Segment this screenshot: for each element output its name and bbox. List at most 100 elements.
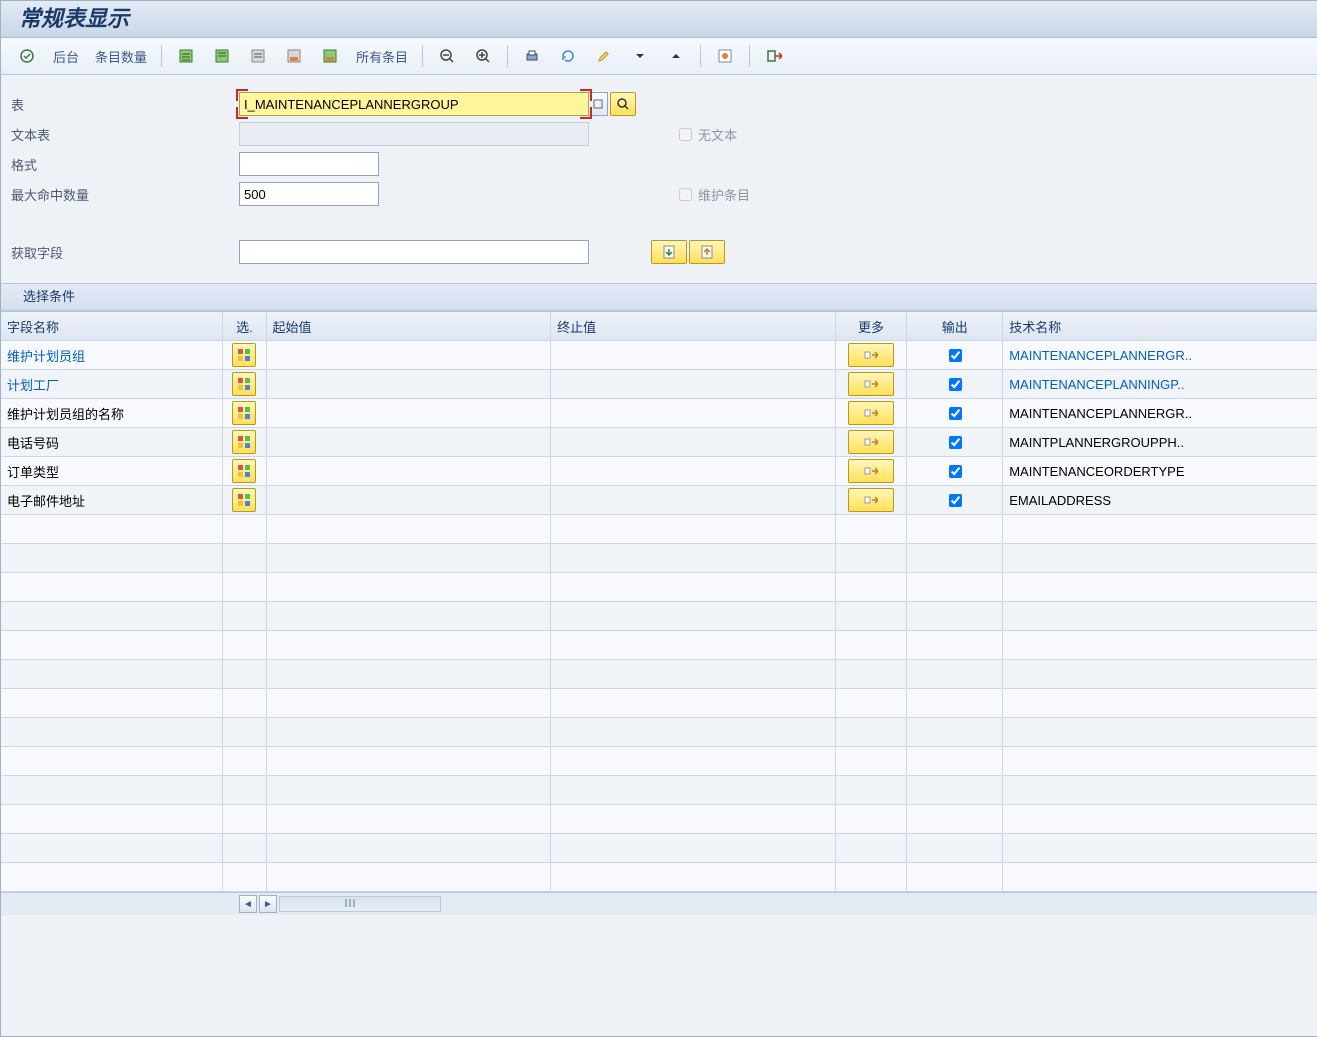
select-cell — [223, 805, 266, 833]
select-options-icon[interactable] — [232, 401, 256, 425]
col-output[interactable]: 输出 — [907, 312, 1003, 340]
start-value-cell — [267, 805, 552, 833]
select-cell — [223, 776, 266, 804]
start-value-cell — [267, 370, 552, 398]
tech-name-cell[interactable]: MAINTENANCEPLANNERGR.. — [1003, 399, 1317, 427]
tech-name-cell[interactable]: EMAILADDRESS — [1003, 486, 1317, 514]
tech-name-cell — [1003, 631, 1317, 659]
field-name-cell — [1, 573, 223, 601]
scroll-left-icon[interactable]: ◄ — [239, 895, 257, 913]
tech-name-cell[interactable]: MAINTENANCEORDERTYPE — [1003, 457, 1317, 485]
start-value-input[interactable] — [273, 402, 545, 424]
select-cell — [223, 341, 266, 369]
start-value-input[interactable] — [273, 373, 545, 395]
select-options-icon[interactable] — [232, 488, 256, 512]
output-checkbox[interactable] — [949, 349, 962, 362]
list-icon-5[interactable] — [314, 44, 346, 68]
start-value-input[interactable] — [273, 460, 545, 482]
export-button[interactable] — [689, 240, 725, 264]
settings-icon[interactable] — [709, 44, 741, 68]
more-options-icon[interactable] — [848, 401, 894, 425]
end-value-input[interactable] — [557, 373, 829, 395]
field-name-cell[interactable]: 电子邮件地址 — [1, 486, 223, 514]
more-options-icon[interactable] — [848, 343, 894, 367]
start-value-input[interactable] — [273, 344, 545, 366]
col-field-name[interactable]: 字段名称 — [1, 312, 223, 340]
end-value-input[interactable] — [557, 344, 829, 366]
field-name-cell[interactable]: 维护计划员组的名称 — [1, 399, 223, 427]
more-options-icon[interactable] — [848, 488, 894, 512]
entries-count-button[interactable]: 条目数量 — [89, 47, 153, 66]
list-icon-1[interactable] — [170, 44, 202, 68]
more-options-icon[interactable] — [848, 430, 894, 454]
end-value-cell — [551, 805, 836, 833]
no-text-check — [679, 128, 692, 141]
col-tech-name[interactable]: 技术名称 — [1003, 312, 1317, 340]
output-checkbox[interactable] — [949, 494, 962, 507]
zoom-in-icon[interactable] — [467, 44, 499, 68]
more-options-icon[interactable] — [848, 372, 894, 396]
search-button[interactable] — [610, 92, 636, 116]
scroll-right-icon[interactable]: ► — [259, 895, 277, 913]
up-icon[interactable] — [660, 44, 692, 68]
col-end-value[interactable]: 终止值 — [551, 312, 836, 340]
col-select[interactable]: 选. — [223, 312, 266, 340]
scroll-grip[interactable] — [340, 899, 360, 907]
print-icon[interactable] — [516, 44, 548, 68]
table-row: 维护计划员组的名称 MAINTENANCEPLANNERGR.. — [1, 399, 1317, 428]
select-options-icon[interactable] — [232, 372, 256, 396]
tech-name-cell — [1003, 718, 1317, 746]
field-name-cell[interactable]: 维护计划员组 — [1, 341, 223, 369]
tech-name-cell[interactable]: MAINTENANCEPLANNINGP.. — [1003, 370, 1317, 398]
col-more[interactable]: 更多 — [836, 312, 907, 340]
format-input[interactable] — [239, 152, 379, 176]
tech-name-cell[interactable]: MAINTENANCEPLANNERGR.. — [1003, 341, 1317, 369]
max-hits-input[interactable] — [239, 182, 379, 206]
end-value-input[interactable] — [557, 431, 829, 453]
scroll-track[interactable] — [279, 896, 441, 912]
output-checkbox[interactable] — [949, 436, 962, 449]
select-options-icon[interactable] — [232, 343, 256, 367]
field-name-cell[interactable]: 计划工厂 — [1, 370, 223, 398]
background-button[interactable]: 后台 — [47, 47, 85, 66]
field-name-cell — [1, 631, 223, 659]
output-cell — [907, 457, 1003, 485]
zoom-out-icon[interactable] — [431, 44, 463, 68]
execute-icon[interactable] — [11, 44, 43, 68]
end-value-cell — [551, 515, 836, 543]
list-icon-4[interactable] — [278, 44, 310, 68]
table-row — [1, 515, 1317, 544]
exit-icon[interactable] — [758, 44, 790, 68]
table-row — [1, 747, 1317, 776]
end-value-input[interactable] — [557, 489, 829, 511]
more-options-icon[interactable] — [848, 459, 894, 483]
field-name-cell[interactable]: 订单类型 — [1, 457, 223, 485]
highlight-icon[interactable] — [588, 44, 620, 68]
start-value-input[interactable] — [273, 489, 545, 511]
output-checkbox[interactable] — [949, 407, 962, 420]
list-icon-3[interactable] — [242, 44, 274, 68]
output-cell — [907, 370, 1003, 398]
more-cell — [836, 486, 907, 514]
field-name-cell — [1, 747, 223, 775]
field-name-cell[interactable]: 电话号码 — [1, 428, 223, 456]
tech-name-cell[interactable]: MAINTPLANNERGROUPPH.. — [1003, 428, 1317, 456]
dropdown-icon[interactable] — [624, 44, 656, 68]
table-row — [1, 573, 1317, 602]
refresh-icon[interactable] — [552, 44, 584, 68]
end-value-cell — [551, 486, 836, 514]
table-row — [1, 631, 1317, 660]
select-options-icon[interactable] — [232, 430, 256, 454]
get-fields-input[interactable] — [239, 240, 589, 264]
table-input[interactable] — [239, 92, 589, 116]
import-button[interactable] — [651, 240, 687, 264]
output-checkbox[interactable] — [949, 465, 962, 478]
select-options-icon[interactable] — [232, 459, 256, 483]
end-value-input[interactable] — [557, 402, 829, 424]
start-value-input[interactable] — [273, 431, 545, 453]
list-icon-2[interactable] — [206, 44, 238, 68]
all-entries-button[interactable]: 所有条目 — [350, 47, 414, 66]
end-value-input[interactable] — [557, 460, 829, 482]
col-start-value[interactable]: 起始值 — [267, 312, 552, 340]
output-checkbox[interactable] — [949, 378, 962, 391]
